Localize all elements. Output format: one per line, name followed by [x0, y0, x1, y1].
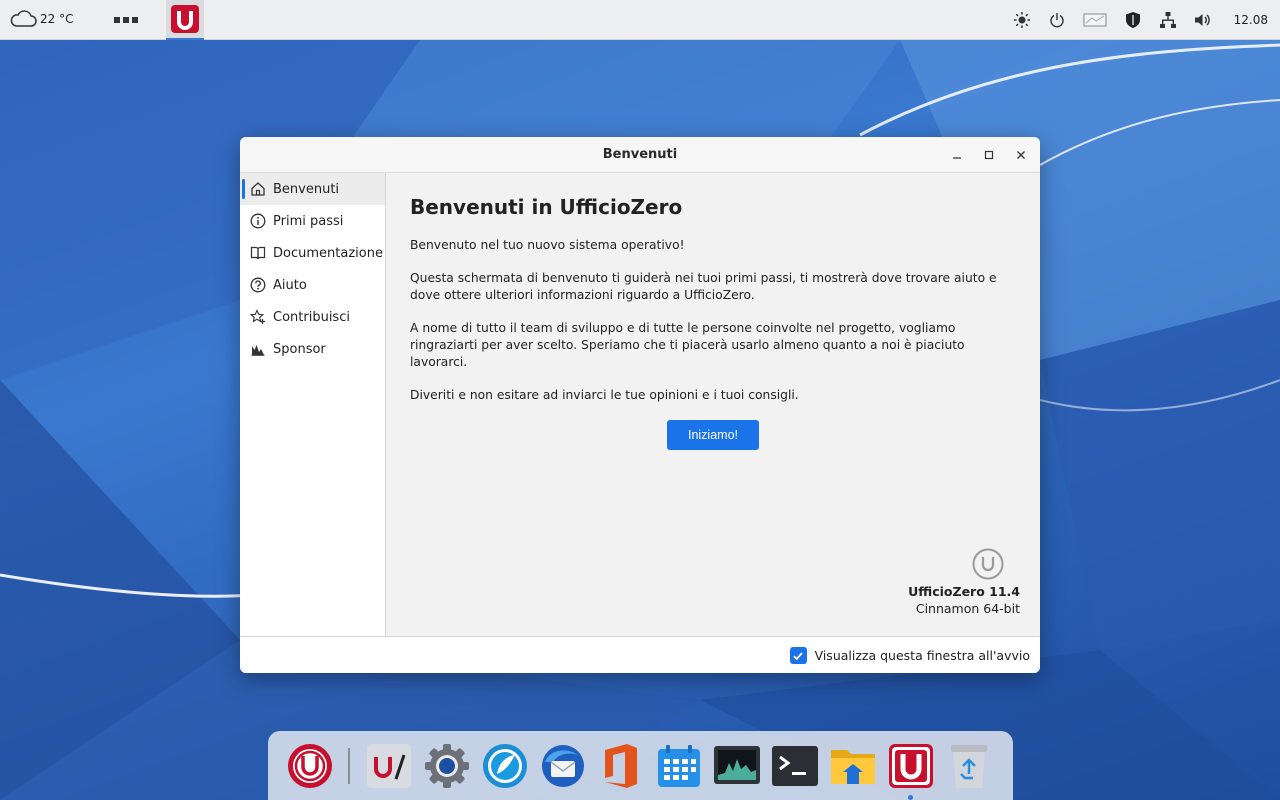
startup-checkbox-label: Visualizza questa finestra all'avvio	[814, 648, 1030, 663]
page-title: Benvenuti in UfficioZero	[410, 195, 683, 219]
dock-terminal[interactable]	[769, 740, 820, 791]
dock-files[interactable]	[827, 740, 878, 791]
brand-info: UfficioZero 11.4 Cinnamon 64-bit	[908, 548, 1020, 616]
browser-icon	[482, 743, 527, 788]
office-icon	[604, 743, 637, 788]
dock-browser[interactable]	[479, 740, 530, 791]
sidebar-item-aiuto[interactable]: Aiuto	[240, 269, 385, 301]
close-icon[interactable]	[1010, 145, 1032, 165]
thanks-paragraph: A nome di tutto il team di sviluppo e di…	[410, 321, 965, 369]
running-indicator	[908, 795, 913, 800]
sidebar-item-label: Benvenuti	[273, 181, 340, 197]
mail-icon	[541, 744, 584, 787]
trash-icon	[950, 744, 987, 788]
intro-paragraph: Benvenuto nel tuo nuovo sistema operativ…	[410, 238, 685, 252]
weather-applet[interactable]: 22 °C	[8, 9, 73, 29]
book-icon	[250, 246, 266, 260]
apps-menu-icon[interactable]	[112, 12, 140, 28]
dock-trash[interactable]	[943, 740, 994, 791]
checkmark-icon	[793, 651, 803, 660]
sidebar-item-label: Primi passi	[273, 213, 344, 229]
brand-edition: Cinnamon 64-bit	[915, 601, 1020, 616]
main-content: Benvenuti in UfficioZero Benvenuto nel t…	[386, 173, 1040, 636]
taskbar-app-ufficiozero[interactable]	[166, 0, 204, 40]
brand-version: UfficioZero 11.4	[908, 584, 1020, 599]
sidebar-item-sponsor[interactable]: Sponsor	[240, 333, 385, 365]
ufficiozero-logo-icon	[972, 548, 1004, 580]
dock-settings[interactable]	[421, 740, 472, 791]
home-icon	[251, 182, 265, 196]
dock-ufficiozero-welcome[interactable]	[885, 740, 936, 800]
welcome-window: Benvenuti Benvenuti Primi passi Document…	[240, 137, 1040, 673]
terminal-icon	[771, 745, 818, 786]
calendar-icon	[657, 744, 700, 787]
star-icon	[250, 309, 265, 324]
dock-system-monitor[interactable]	[711, 740, 762, 791]
window-title: Benvenuti	[602, 147, 678, 162]
info-icon	[250, 213, 266, 229]
start-button[interactable]: Iniziamo!	[667, 420, 759, 450]
settings-icon	[424, 743, 469, 788]
cloud-icon	[10, 10, 37, 27]
sidebar-item-label: Documentazione	[273, 245, 383, 261]
sidebar-item-label: Sponsor	[273, 341, 326, 357]
weather-temperature: 22 °C	[40, 12, 74, 26]
window-titlebar[interactable]: Benvenuti	[240, 137, 1040, 173]
power-icon[interactable]	[1047, 10, 1067, 30]
system-monitor-icon	[713, 745, 760, 784]
clock[interactable]: 12.08	[1234, 13, 1268, 27]
help-icon	[250, 277, 266, 293]
sidebar-item-primi-passi[interactable]: Primi passi	[240, 205, 385, 237]
dock-mail[interactable]	[537, 740, 588, 791]
shield-icon[interactable]	[1123, 10, 1143, 30]
files-icon	[830, 749, 875, 784]
system-tray: 12.08	[1012, 0, 1268, 40]
startup-option[interactable]: Visualizza questa finestra all'avvio	[789, 647, 1030, 664]
ufficiozero-welcome-icon	[888, 743, 933, 788]
ufficiozero-icon	[171, 5, 199, 33]
sidebar-item-contribuisci[interactable]: Contribuisci	[240, 301, 385, 333]
dock-text-editor[interactable]	[363, 740, 414, 791]
startup-checkbox[interactable]	[789, 647, 807, 664]
ufficiozero-menu-icon	[287, 743, 332, 788]
text-editor-icon	[366, 743, 411, 788]
sidebar-item-documentazione[interactable]: Documentazione	[240, 237, 385, 269]
sidebar-item-label: Contribuisci	[273, 309, 350, 325]
dock-office[interactable]	[595, 740, 646, 791]
guide-paragraph: Questa schermata di benvenuto ti guiderà…	[410, 271, 997, 302]
dock	[268, 731, 1013, 800]
maximize-icon[interactable]	[978, 145, 1000, 165]
minimize-icon[interactable]	[946, 145, 968, 165]
chart-icon	[251, 345, 265, 356]
display-icon[interactable]	[1082, 10, 1108, 30]
sidebar-item-label: Aiuto	[273, 277, 307, 293]
window-footer: Visualizza questa finestra all'avvio	[240, 636, 1040, 673]
dock-separator	[348, 747, 350, 784]
brightness-icon[interactable]	[1012, 10, 1032, 30]
feedback-paragraph: Diveriti e non esitare ad inviarci le tu…	[410, 388, 799, 402]
volume-icon[interactable]	[1193, 10, 1213, 30]
network-icon[interactable]	[1158, 10, 1178, 30]
dock-ufficiozero-menu[interactable]	[284, 740, 335, 791]
sidebar-item-benvenuti[interactable]: Benvenuti	[240, 173, 385, 205]
sidebar: Benvenuti Primi passi Documentazione Aiu…	[240, 173, 386, 636]
top-panel: 22 °C 12.08	[0, 0, 1280, 40]
dock-calendar[interactable]	[653, 740, 704, 791]
